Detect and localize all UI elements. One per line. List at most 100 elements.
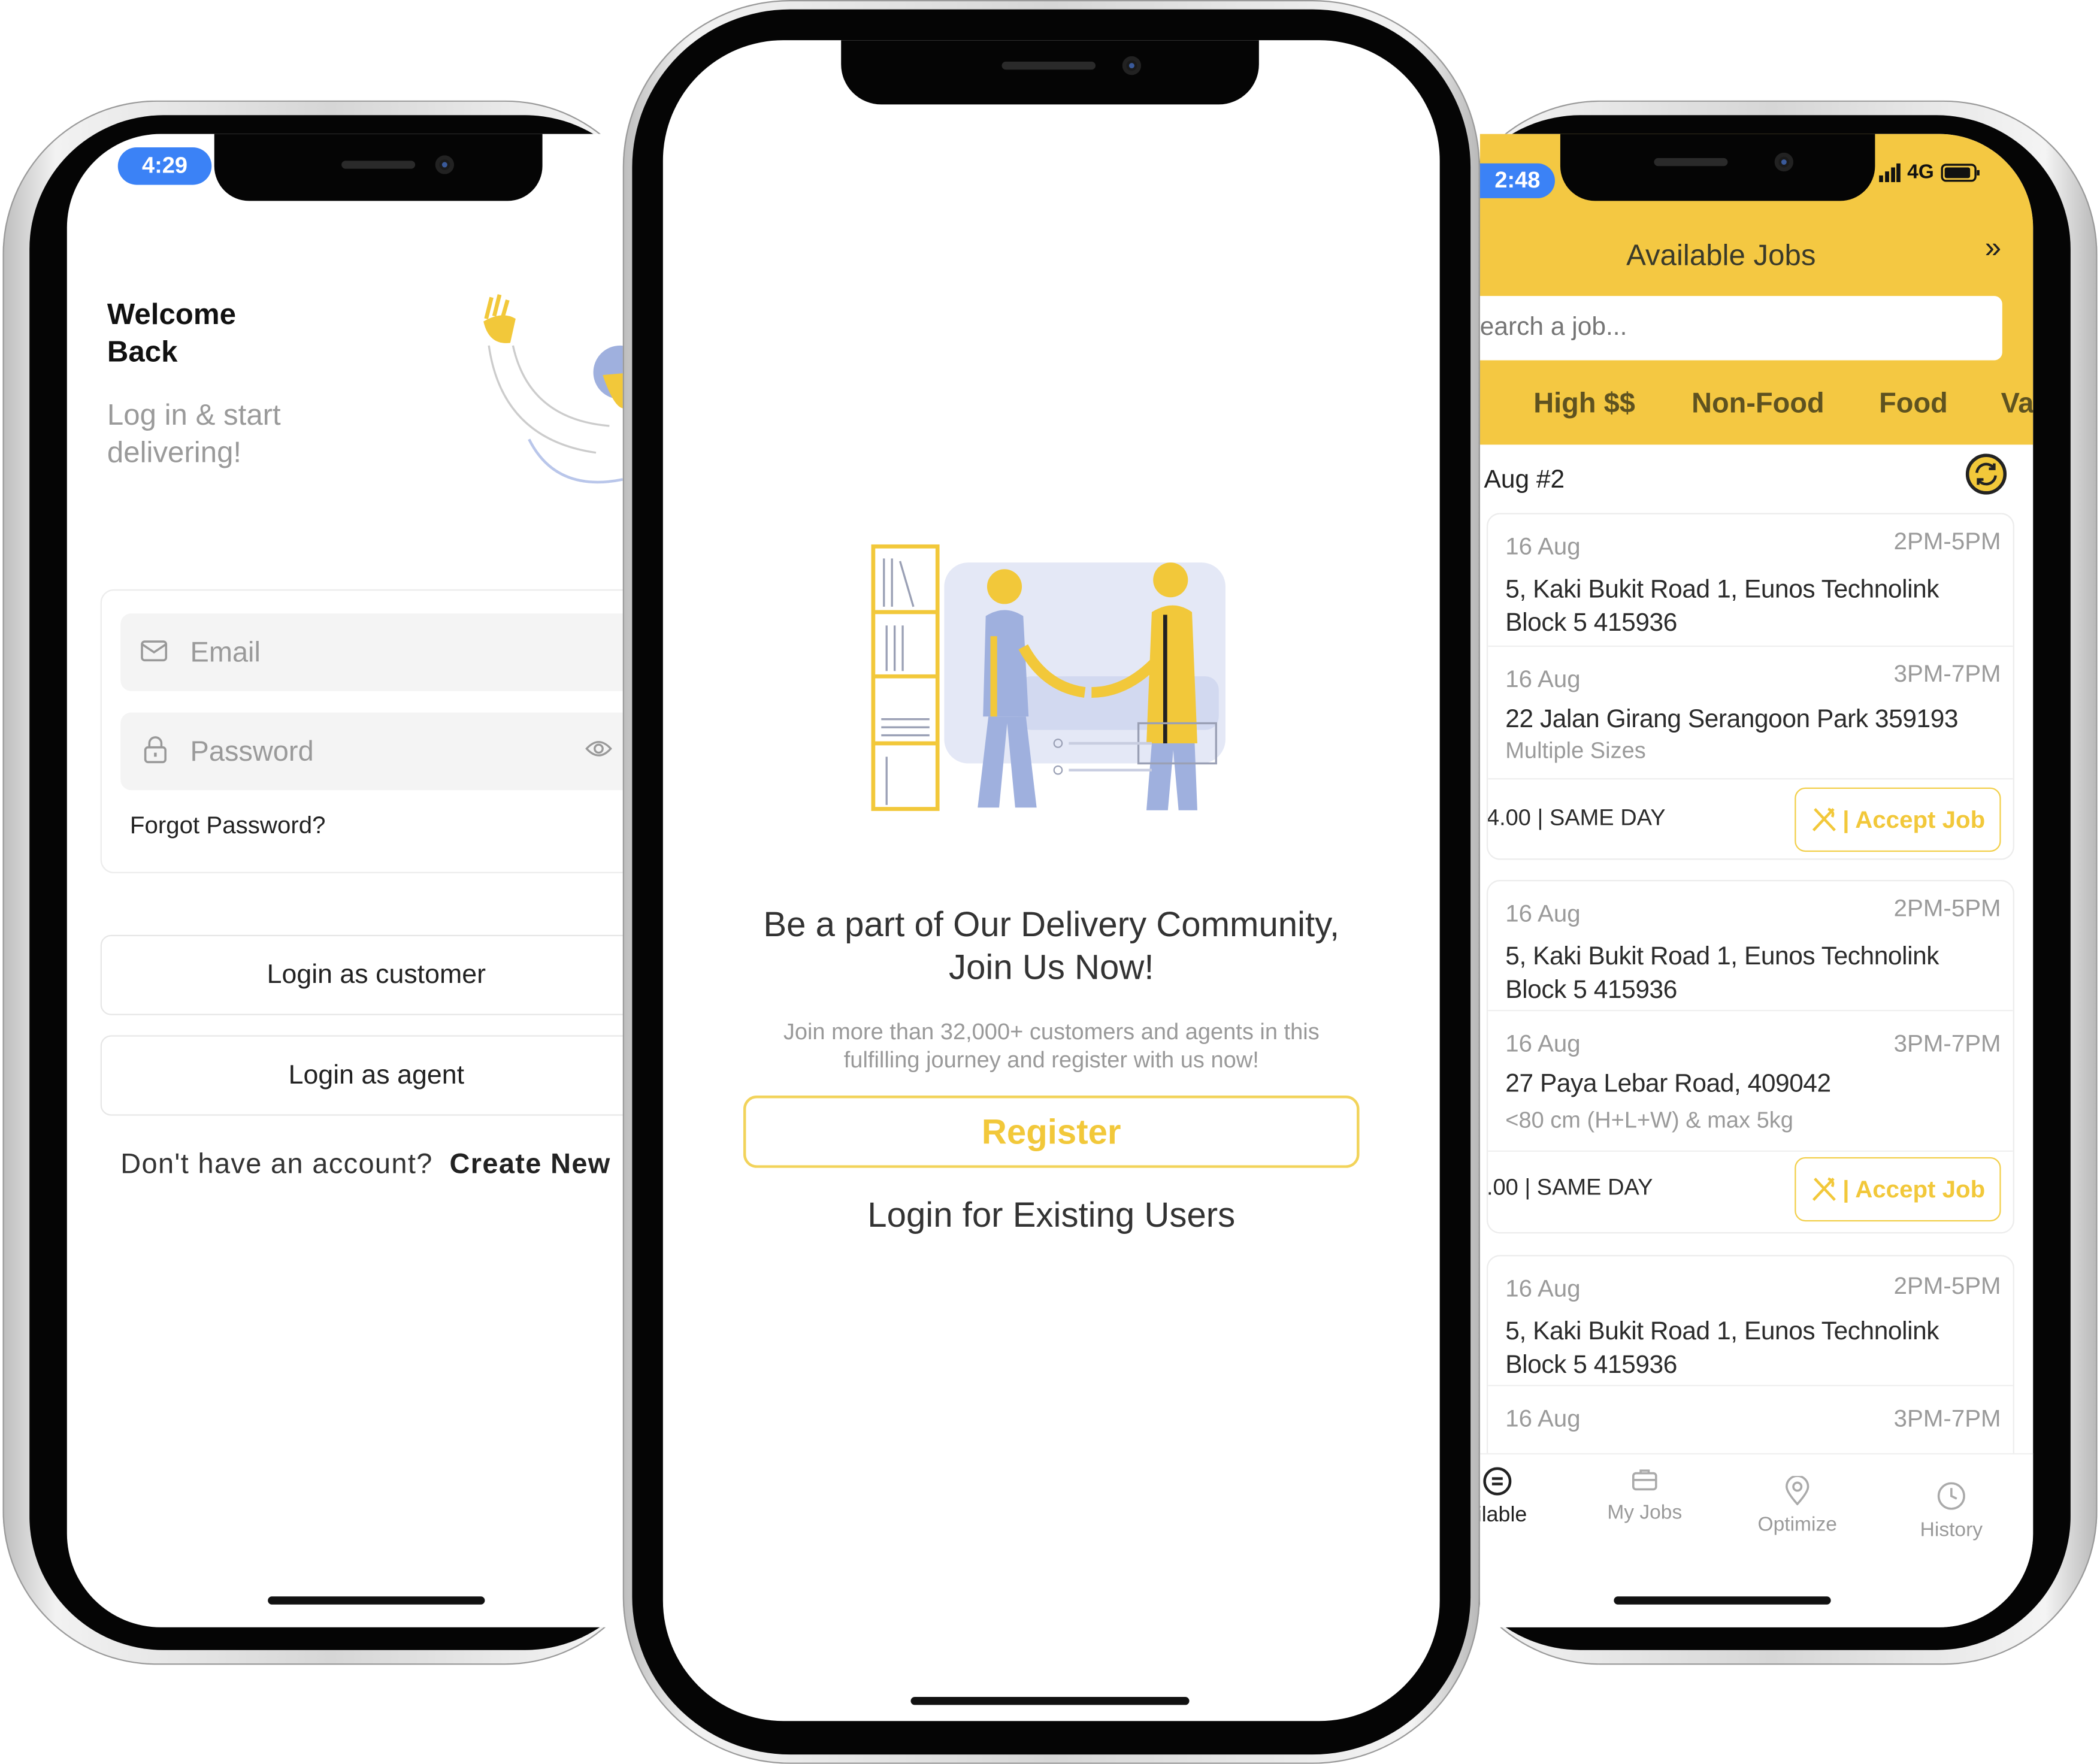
notch [214, 134, 543, 201]
stop-address: 5, Kaki Bukit Road 1, Eunos Technolink B… [1505, 576, 1939, 638]
signal-icon [1879, 162, 1901, 181]
utensils-icon [1812, 1177, 1836, 1201]
job-price: .00 | SAME DAY [1486, 1174, 1653, 1200]
stop-date: 16 Aug [1505, 1405, 1581, 1432]
nav-label: ailable [1480, 1504, 1527, 1527]
job-stop: 16 Aug 2PM-5PM 5, Kaki Bukit Road 1, Eun… [1488, 515, 2013, 647]
no-account-text: Don't have an account? [120, 1149, 433, 1180]
stop-address: 22 Jalan Girang Serangoon Park 359193 [1505, 706, 1959, 734]
welcome-subtitle-line: delivering! [107, 435, 242, 469]
welcome-screen: Be a part of Our Delivery Community, Joi… [662, 40, 1440, 1721]
list-circle-icon [1483, 1467, 1512, 1496]
password-input[interactable] [187, 712, 595, 793]
signup-prompt: Don't have an account? Create New [120, 1149, 610, 1181]
job-card[interactable]: 16 Aug 2PM-5PM 5, Kaki Bukit Road 1, Eun… [1486, 1255, 2014, 1471]
job-stop: 16 Aug 3PM-7PM 27 Paya Lebar Road, 40904… [1488, 1011, 2013, 1152]
status-icons: 4G [1879, 161, 1981, 183]
welcome-heading-line: Join Us Now! [949, 946, 1154, 987]
job-stop: 16 Aug 2PM-5PM 5, Kaki Bukit Road 1, Eun… [1488, 1256, 2013, 1387]
map-pin-icon [1786, 1476, 1809, 1506]
email-input[interactable] [187, 613, 595, 694]
search-input[interactable] [1479, 296, 1989, 361]
stop-address: 5, Kaki Bukit Road 1, Eunos Technolink B… [1505, 1318, 1939, 1380]
email-field[interactable] [120, 613, 656, 694]
job-card[interactable]: 16 Aug 2PM-5PM 5, Kaki Bukit Road 1, Eun… [1486, 880, 2014, 1234]
stop-date: 16 Aug [1505, 1275, 1581, 1302]
welcome-description-line: fulfilling journey and register with us … [843, 1047, 1259, 1073]
welcome-description-line: Join more than 32,000+ customers and age… [783, 1019, 1320, 1045]
forgot-password-link[interactable]: Forgot Password? [130, 812, 326, 840]
job-footer: .00 | SAME DAY | Accept Job [1488, 1152, 2013, 1232]
tab-va[interactable]: Va [2001, 388, 2034, 420]
stop-address: 27 Paya Lebar Road, 409042 [1505, 1070, 1831, 1099]
notch [841, 40, 1259, 105]
handshake-illustration [871, 544, 1225, 811]
page-title: Available Jobs [1626, 238, 1816, 272]
nav-available[interactable]: ailable [1480, 1466, 1563, 1528]
notch [1560, 134, 1875, 201]
nav-label: Optimize [1757, 1513, 1837, 1536]
tab-high[interactable]: High $$ [1533, 388, 1635, 420]
stop-time: 3PM-7PM [1893, 660, 2001, 688]
welcome-description: Join more than 32,000+ customers and age… [663, 1018, 1440, 1074]
tab-non-food[interactable]: Non-Food [1692, 388, 1824, 420]
login-screen: 4:29 Welcome Back Log in & start deliver… [66, 134, 656, 1627]
job-stop: 16 Aug 3PM-7PM 22 Jalan Girang Serangoon… [1488, 647, 2013, 780]
welcome-subtitle: Log in & start delivering! [107, 397, 281, 471]
stop-date: 16 Aug [1505, 532, 1581, 560]
group-label: Aug #2 [1484, 466, 1565, 495]
nav-label: My Jobs [1607, 1501, 1683, 1524]
job-footer: 4.00 | SAME DAY | Accept Job [1486, 779, 2013, 858]
home-indicator [910, 1697, 1190, 1705]
eye-icon[interactable] [585, 739, 612, 758]
welcome-title-line: Welcome [107, 297, 236, 331]
accept-job-button[interactable]: | Accept Job [1795, 1157, 2001, 1222]
welcome-heading-line: Be a part of Our Delivery Community, [763, 904, 1340, 945]
status-time: 4:29 [117, 147, 212, 185]
mail-icon [141, 640, 168, 662]
refresh-icon[interactable] [1965, 453, 2008, 496]
job-stop: 16 Aug 2PM-5PM 5, Kaki Bukit Road 1, Eun… [1488, 881, 2013, 1012]
briefcase-icon [1632, 1469, 1657, 1491]
stop-note: <80 cm (H+L+W) & max 5kg [1505, 1108, 1793, 1133]
login-existing-link[interactable]: Login for Existing Users [663, 1195, 1440, 1236]
nav-optimize[interactable]: Optimize [1730, 1476, 1865, 1536]
welcome-subtitle-line: Log in & start [107, 398, 281, 431]
welcome-title: Welcome Back [107, 296, 236, 371]
welcome-title-line: Back [107, 335, 178, 368]
login-customer-button[interactable]: Login as customer [100, 934, 652, 1015]
accept-job-button[interactable]: | Accept Job [1795, 787, 2001, 852]
stop-note: Multiple Sizes [1505, 738, 1646, 764]
stage: 4:29 Welcome Back Log in & start deliver… [0, 0, 2100, 1764]
stop-time: 2PM-5PM [1893, 1272, 2001, 1299]
stop-date: 16 Aug [1505, 665, 1581, 693]
create-new-link[interactable]: Create New [449, 1149, 610, 1179]
home-indicator [268, 1596, 485, 1605]
search-field[interactable] [1479, 296, 2002, 361]
stop-date: 16 Aug [1505, 1030, 1581, 1057]
clock-icon [1937, 1482, 1965, 1510]
tab-food[interactable]: Food [1879, 388, 1948, 420]
register-button[interactable]: Register [743, 1096, 1360, 1168]
lock-icon [144, 736, 167, 764]
stop-time: 2PM-5PM [1893, 894, 2001, 922]
nav-label: History [1920, 1518, 1983, 1542]
login-agent-button[interactable]: Login as agent [100, 1035, 652, 1116]
utensils-icon [1812, 807, 1836, 831]
password-field[interactable] [120, 712, 656, 793]
stop-time: 2PM-5PM [1893, 527, 2001, 555]
chevrons-right-icon[interactable]: » [1985, 231, 2001, 265]
stop-time: 3PM-7PM [1893, 1405, 2001, 1432]
accept-job-label: | Accept Job [1842, 1175, 1986, 1202]
jobs-screen: 2:48 4G Available Jobs » High $$ Non-Foo… [1479, 134, 2034, 1627]
status-time: 2:48 [1479, 163, 1555, 198]
accept-job-label: | Accept Job [1842, 805, 1986, 833]
nav-history[interactable]: History [1884, 1481, 2019, 1542]
job-card[interactable]: 16 Aug 2PM-5PM 5, Kaki Bukit Road 1, Eun… [1486, 513, 2014, 860]
home-indicator [1614, 1596, 1831, 1605]
job-price: 4.00 | SAME DAY [1486, 804, 1666, 831]
nav-my-jobs[interactable]: My Jobs [1578, 1466, 1712, 1524]
stop-address: 5, Kaki Bukit Road 1, Eunos Technolink B… [1505, 943, 1939, 1004]
battery-icon [1941, 163, 1980, 181]
network-label: 4G [1907, 161, 1934, 184]
